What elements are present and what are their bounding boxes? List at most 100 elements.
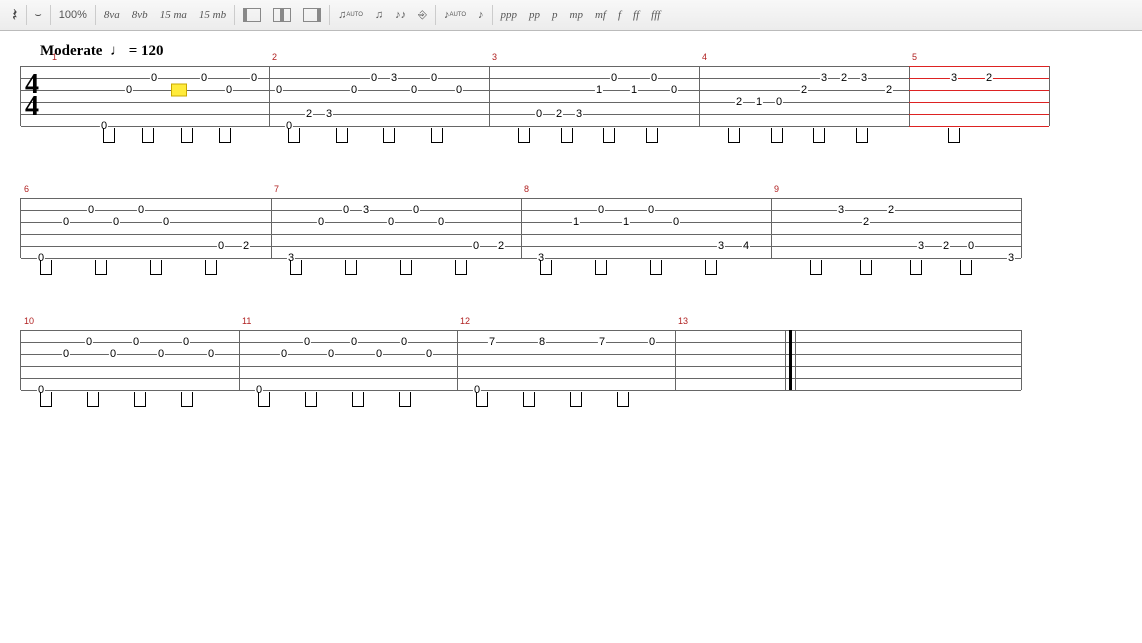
fret-number[interactable]: 3 — [917, 240, 925, 252]
dynamic-f[interactable]: f — [612, 4, 627, 26]
fret-number[interactable]: 0 — [342, 204, 350, 216]
fret-number[interactable]: 0 — [327, 348, 335, 360]
fret-number[interactable]: 0 — [375, 348, 383, 360]
dynamic-fff[interactable]: fff — [645, 4, 666, 26]
fret-number[interactable]: 3 — [860, 72, 868, 84]
beam-break-icon[interactable]: ⎆ — [412, 4, 433, 26]
fret-number[interactable]: 0 — [410, 84, 418, 96]
fret-number[interactable]: 0 — [182, 336, 190, 348]
fret-number[interactable]: 0 — [400, 336, 408, 348]
stem-flip-icon[interactable]: ♪ — [472, 4, 490, 26]
fret-number[interactable]: 0 — [275, 84, 283, 96]
fret-number[interactable]: 0 — [535, 108, 543, 120]
fret-number[interactable]: 0 — [350, 336, 358, 348]
fret-number[interactable]: 0 — [425, 348, 433, 360]
fret-number[interactable]: 0 — [157, 348, 165, 360]
fret-number[interactable]: 7 — [488, 336, 496, 348]
fret-number[interactable]: 3 — [362, 204, 370, 216]
fret-number[interactable]: 0 — [125, 84, 133, 96]
fret-number[interactable]: 0 — [162, 216, 170, 228]
dynamic-pp[interactable]: pp — [523, 4, 546, 26]
fret-number[interactable]: 2 — [735, 96, 743, 108]
fret-number[interactable]: 0 — [472, 240, 480, 252]
zoom-value[interactable]: 100% — [53, 4, 93, 26]
fret-number[interactable]: 0 — [648, 336, 656, 348]
fret-number[interactable]: 4 — [742, 240, 750, 252]
dynamic-ff[interactable]: ff — [627, 4, 645, 26]
fret-number[interactable]: 0 — [430, 72, 438, 84]
fret-number[interactable]: 0 — [137, 204, 145, 216]
fret-number[interactable]: 2 — [305, 108, 313, 120]
edit-cursor[interactable] — [171, 84, 187, 97]
fret-number[interactable]: 2 — [800, 84, 808, 96]
fret-number[interactable]: 0 — [109, 348, 117, 360]
fret-number[interactable]: 0 — [132, 336, 140, 348]
fret-number[interactable]: 0 — [350, 84, 358, 96]
fret-number[interactable]: 3 — [837, 204, 845, 216]
fret-number[interactable]: 0 — [303, 336, 311, 348]
fret-number[interactable]: 0 — [62, 216, 70, 228]
fret-number[interactable]: 0 — [112, 216, 120, 228]
fret-number[interactable]: 3 — [390, 72, 398, 84]
fret-number[interactable]: 1 — [630, 84, 638, 96]
fret-number[interactable]: 7 — [598, 336, 606, 348]
fret-number[interactable]: 3 — [575, 108, 583, 120]
fret-number[interactable]: 0 — [370, 72, 378, 84]
beam-join-icon[interactable]: ♫ — [369, 4, 389, 26]
fret-number[interactable]: 0 — [597, 204, 605, 216]
fret-number[interactable]: 0 — [85, 336, 93, 348]
tie-tool-icon[interactable]: ⌣ — [29, 4, 48, 26]
fret-number[interactable]: 1 — [595, 84, 603, 96]
fret-number[interactable]: 2 — [942, 240, 950, 252]
fret-number[interactable]: 0 — [412, 204, 420, 216]
fret-number[interactable]: 0 — [317, 216, 325, 228]
octave-15mb[interactable]: 15 mb — [193, 4, 232, 26]
fret-number[interactable]: 3 — [717, 240, 725, 252]
fret-number[interactable]: 1 — [622, 216, 630, 228]
dynamic-ppp[interactable]: ppp — [495, 4, 524, 26]
stem-auto-icon[interactable]: ♪AUTO — [438, 4, 472, 26]
fret-number[interactable]: 3 — [820, 72, 828, 84]
fret-number[interactable]: 2 — [985, 72, 993, 84]
dynamic-mf[interactable]: mf — [589, 4, 612, 26]
fret-number[interactable]: 0 — [775, 96, 783, 108]
tab-staff[interactable]: 10000000001100000000120787013 — [20, 330, 1021, 390]
fret-number[interactable]: 0 — [87, 204, 95, 216]
tab-staff[interactable]: 4410000000202300300030231010042102323252… — [20, 66, 1049, 126]
fret-number[interactable]: 2 — [555, 108, 563, 120]
fret-number[interactable]: 2 — [840, 72, 848, 84]
beam-split-icon[interactable]: ♪♪ — [389, 4, 412, 26]
fret-number[interactable]: 0 — [217, 240, 225, 252]
fret-number[interactable]: 3 — [950, 72, 958, 84]
fret-number[interactable]: 3 — [325, 108, 333, 120]
fret-number[interactable]: 0 — [672, 216, 680, 228]
dynamic-mp[interactable]: mp — [564, 4, 589, 26]
fret-number[interactable]: 2 — [887, 204, 895, 216]
beam-auto-icon[interactable]: ♫AUTO — [332, 4, 369, 26]
fret-number[interactable]: 2 — [885, 84, 893, 96]
fret-number[interactable]: 1 — [755, 96, 763, 108]
rest-tool-icon[interactable]: 𝄽 — [6, 4, 24, 26]
octave-8vb[interactable]: 8vb — [126, 4, 154, 26]
fret-number[interactable]: 0 — [647, 204, 655, 216]
align-center-icon[interactable] — [267, 4, 297, 26]
score-area[interactable]: Moderate ♩ = 120 44100000002023003000302… — [0, 31, 1142, 472]
fret-number[interactable]: 0 — [437, 216, 445, 228]
fret-number[interactable]: 2 — [497, 240, 505, 252]
align-right-icon[interactable] — [297, 4, 327, 26]
fret-number[interactable]: 0 — [280, 348, 288, 360]
fret-number[interactable]: 0 — [967, 240, 975, 252]
fret-number[interactable]: 2 — [862, 216, 870, 228]
tab-staff[interactable]: 600000002730030000283101003492233203 — [20, 198, 1021, 258]
fret-number[interactable]: 0 — [670, 84, 678, 96]
fret-number[interactable]: 0 — [200, 72, 208, 84]
octave-15ma[interactable]: 15 ma — [154, 4, 193, 26]
fret-number[interactable]: 0 — [610, 72, 618, 84]
fret-number[interactable]: 0 — [207, 348, 215, 360]
fret-number[interactable]: 0 — [62, 348, 70, 360]
fret-number[interactable]: 0 — [150, 72, 158, 84]
octave-8va[interactable]: 8va — [98, 4, 126, 26]
fret-number[interactable]: 2 — [242, 240, 250, 252]
fret-number[interactable]: 0 — [387, 216, 395, 228]
fret-number[interactable]: 1 — [572, 216, 580, 228]
